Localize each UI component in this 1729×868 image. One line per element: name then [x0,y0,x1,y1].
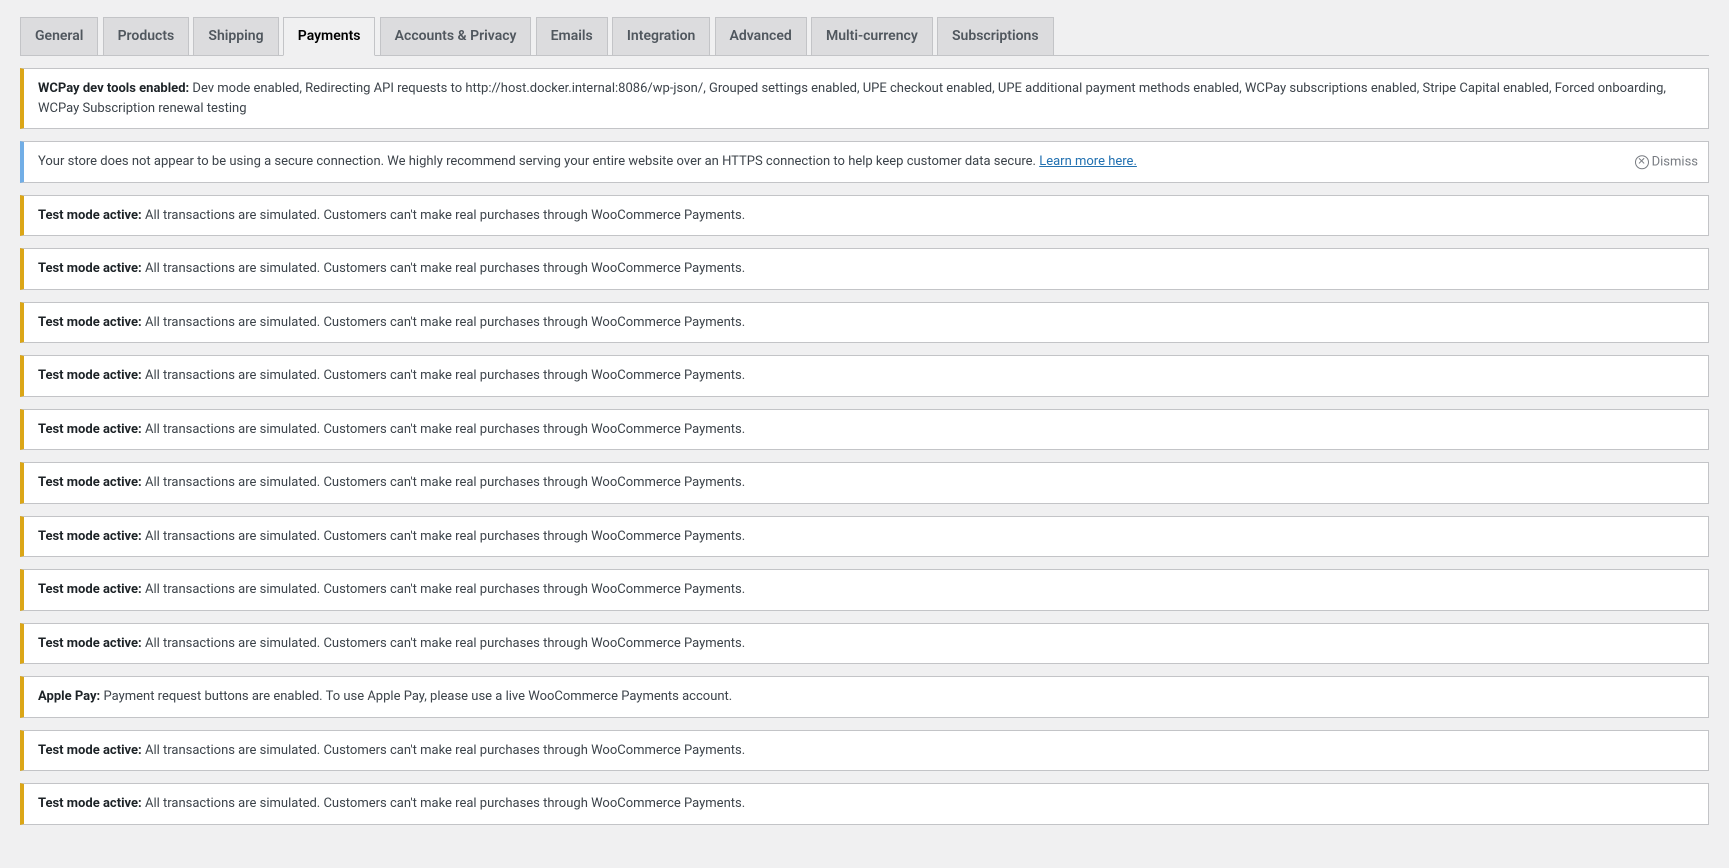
notice-text: All transactions are simulated. Customer… [145,636,745,651]
dismiss-icon: ✕ [1635,155,1649,169]
tab-multi-currency[interactable]: Multi-currency [811,17,933,55]
admin-notice: Test mode active: All transactions are s… [20,516,1709,558]
notice-title: Apple Pay: [38,689,100,704]
admin-notice: Test mode active: All transactions are s… [20,409,1709,451]
admin-notice: Apple Pay: Payment request buttons are e… [20,676,1709,718]
notice-title: Test mode active: [38,208,142,223]
dismiss-button[interactable]: ✕ Dismiss [1635,152,1698,172]
notice-text: All transactions are simulated. Customer… [145,796,745,811]
notice-text: All transactions are simulated. Customer… [145,261,745,276]
notice-text: All transactions are simulated. Customer… [145,368,745,383]
admin-notice: Test mode active: All transactions are s… [20,302,1709,344]
notice-text: All transactions are simulated. Customer… [145,422,745,437]
notice-title: Test mode active: [38,529,142,544]
tab-shipping[interactable]: Shipping [193,17,278,55]
admin-notice: Test mode active: All transactions are s… [20,783,1709,825]
notice-title: Test mode active: [38,582,142,597]
https-notice: Your store does not appear to be using a… [20,141,1709,183]
notice-text: All transactions are simulated. Customer… [145,315,745,330]
notice-title: Test mode active: [38,315,142,330]
notice-title: Test mode active: [38,796,142,811]
admin-notice: Test mode active: All transactions are s… [20,730,1709,772]
devtools-notice: WCPay dev tools enabled: Dev mode enable… [20,68,1709,129]
tab-products[interactable]: Products [103,17,190,55]
https-notice-text: Your store does not appear to be using a… [38,154,1039,169]
notice-text: All transactions are simulated. Customer… [145,582,745,597]
settings-tabs: GeneralProductsShippingPaymentsAccounts … [20,10,1709,56]
notice-text: Payment request buttons are enabled. To … [103,689,732,704]
admin-notice: Test mode active: All transactions are s… [20,462,1709,504]
tab-subscriptions[interactable]: Subscriptions [937,17,1054,55]
tab-payments[interactable]: Payments [283,17,376,56]
tab-general[interactable]: General [20,17,98,55]
dismiss-label: Dismiss [1652,152,1698,172]
notice-title: Test mode active: [38,475,142,490]
tab-emails[interactable]: Emails [536,17,608,55]
devtools-notice-text: Dev mode enabled, Redirecting API reques… [38,81,1666,116]
admin-notice: Test mode active: All transactions are s… [20,248,1709,290]
notice-text: All transactions are simulated. Customer… [145,208,745,223]
tab-integration[interactable]: Integration [612,17,710,55]
notice-title: Test mode active: [38,636,142,651]
notice-text: All transactions are simulated. Customer… [145,743,745,758]
tab-advanced[interactable]: Advanced [715,17,807,55]
admin-notice: Test mode active: All transactions are s… [20,623,1709,665]
notice-title: Test mode active: [38,743,142,758]
https-learn-more-link[interactable]: Learn more here. [1039,154,1137,169]
notice-text: All transactions are simulated. Customer… [145,475,745,490]
notice-title: Test mode active: [38,368,142,383]
notice-title: Test mode active: [38,422,142,437]
admin-notice: Test mode active: All transactions are s… [20,355,1709,397]
tab-accounts-privacy[interactable]: Accounts & Privacy [380,17,532,55]
admin-notice: Test mode active: All transactions are s… [20,195,1709,237]
notice-title: Test mode active: [38,261,142,276]
notice-text: All transactions are simulated. Customer… [145,529,745,544]
devtools-notice-title: WCPay dev tools enabled: [38,81,189,96]
admin-notice: Test mode active: All transactions are s… [20,569,1709,611]
